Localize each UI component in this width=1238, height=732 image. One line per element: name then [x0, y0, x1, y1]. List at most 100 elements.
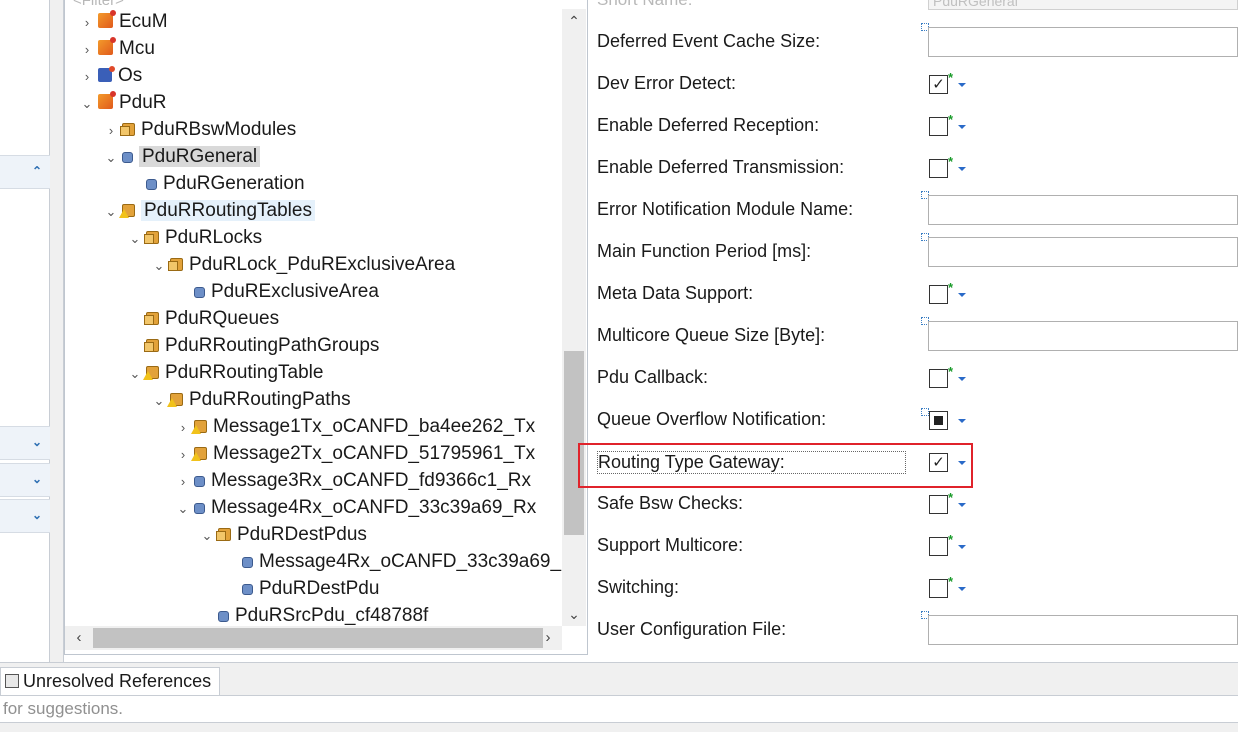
chevron-down-icon[interactable]: ⌄ — [100, 144, 122, 171]
property-label: Multicore Queue Size [Byte]: — [597, 325, 826, 345]
tree-item[interactable]: PduRDestPdu — [220, 575, 379, 602]
tree-vertical-scrollbar[interactable]: ⌃ ⌄ — [562, 9, 586, 626]
dropdown-arrow-icon[interactable] — [958, 167, 966, 171]
chevron-down-icon[interactable]: ⌄ — [196, 522, 218, 549]
tree-item-label: PduRBswModules — [141, 119, 297, 140]
dropdown-arrow-icon[interactable] — [958, 83, 966, 87]
tree-item[interactable]: › Message3Rx_oCANFD_fd9366c1_Rx — [172, 467, 531, 494]
default-value-star-icon: * — [948, 532, 954, 547]
collapse-section-button[interactable]: ⌃ — [0, 155, 50, 189]
property-label: Dev Error Detect: — [597, 73, 737, 93]
property-input[interactable] — [928, 237, 1238, 267]
dropdown-arrow-icon[interactable] — [958, 545, 966, 549]
tree-item[interactable]: › PduRBswModules — [100, 116, 296, 143]
tree-item[interactable]: › Mcu — [76, 35, 155, 62]
chevron-down-icon[interactable]: ⌄ — [76, 90, 98, 117]
dropdown-arrow-icon[interactable] — [958, 125, 966, 129]
property-input[interactable] — [928, 321, 1238, 351]
pane-sash[interactable] — [50, 0, 64, 662]
property-input[interactable] — [928, 27, 1238, 57]
chevron-right-icon[interactable]: › — [76, 9, 98, 36]
dropdown-arrow-icon[interactable] — [958, 377, 966, 381]
chevron-right-icon[interactable]: › — [172, 468, 194, 495]
dropdown-arrow-icon[interactable] — [958, 587, 966, 591]
property-input[interactable] — [928, 615, 1238, 645]
chevron-right-icon[interactable]: › — [100, 117, 122, 144]
property-checkbox[interactable] — [929, 411, 948, 430]
tree-horizontal-scrollbar[interactable]: ‹ › — [65, 626, 562, 650]
hscroll-thumb[interactable] — [93, 628, 543, 648]
left-side-panel: ⌃ ⌄ ⌄ ⌄ — [0, 0, 50, 662]
tree-item-label: PduRGeneral — [139, 146, 261, 167]
tree-item[interactable]: ⌄ PduRDestPdus — [196, 521, 367, 548]
references-icon — [5, 674, 19, 688]
tree-item-label: PduRRoutingTables — [141, 200, 315, 221]
warn-node-icon — [119, 204, 135, 218]
property-checkbox[interactable]: ✓ — [929, 453, 948, 472]
chevron-right-icon[interactable]: › — [76, 36, 98, 63]
scroll-thumb[interactable] — [564, 351, 584, 535]
dropdown-arrow-icon[interactable] — [958, 419, 966, 423]
property-checkbox[interactable] — [929, 285, 948, 304]
property-checkbox[interactable] — [929, 579, 948, 598]
tree-item[interactable]: ⌄ Message4Rx_oCANFD_33c39a69_Rx — [172, 494, 537, 522]
tree-item[interactable]: PduRRoutingPathGroups — [124, 332, 379, 359]
tree-item[interactable]: PduRQueues — [124, 305, 279, 332]
tree-item[interactable]: PduRGeneration — [124, 170, 305, 197]
tree-item[interactable]: ⌄ PduRGeneral — [100, 143, 261, 171]
expand-section-button-2[interactable]: ⌄ — [0, 463, 50, 497]
scroll-left-icon[interactable]: ‹ — [67, 626, 91, 650]
tree-item[interactable]: ⌄ PduRLocks — [124, 224, 263, 252]
chevron-down-icon[interactable]: ⌄ — [172, 495, 194, 522]
default-value-star-icon: * — [948, 280, 954, 295]
param-node-icon — [194, 287, 205, 298]
expand-section-button-3[interactable]: ⌄ — [0, 499, 50, 533]
chevron-down-icon[interactable]: ⌄ — [124, 225, 146, 252]
property-checkbox[interactable] — [929, 117, 948, 136]
properties-panel: Short Name: PduRGeneral Deferred Event C… — [589, 0, 1238, 655]
tree-item[interactable]: ⌄ PduRRoutingPaths — [148, 386, 351, 413]
tree-item-label: Message1Tx_oCANFD_ba4ee262_Tx — [213, 416, 536, 437]
tree-item[interactable]: Message4Rx_oCANFD_33c39a69_R — [220, 548, 575, 575]
property-checkbox[interactable]: ✓ — [929, 75, 948, 94]
scroll-up-icon[interactable]: ⌃ — [562, 9, 586, 33]
tree-item[interactable]: PduRExclusiveArea — [172, 278, 379, 305]
short-name-field[interactable]: PduRGeneral — [928, 0, 1238, 10]
tree-item[interactable]: ⌄ PduRRoutingTable — [124, 359, 324, 386]
tree-item-label: Mcu — [119, 38, 155, 59]
property-label: Pdu Callback: — [597, 367, 709, 387]
property-checkbox[interactable] — [929, 495, 948, 514]
dropdown-arrow-icon[interactable] — [958, 503, 966, 507]
property-label: Enable Deferred Reception: — [597, 115, 820, 135]
tab-unresolved-references[interactable]: Unresolved References — [0, 667, 220, 695]
scroll-right-icon[interactable]: › — [536, 626, 560, 650]
property-checkbox[interactable] — [929, 369, 948, 388]
tree-item[interactable]: ⌄ PduRLock_PduRExclusiveArea — [148, 251, 456, 279]
tree-item[interactable]: ⌄ PduR — [76, 89, 167, 116]
tree-item[interactable]: › Message1Tx_oCANFD_ba4ee262_Tx — [172, 413, 535, 440]
expand-section-button-1[interactable]: ⌄ — [0, 426, 50, 460]
param-node-icon — [242, 584, 253, 595]
tree-item[interactable]: › Os — [76, 62, 142, 89]
param-node-icon — [122, 152, 133, 163]
property-checkbox[interactable] — [929, 537, 948, 556]
scroll-down-icon[interactable]: ⌄ — [562, 602, 586, 626]
property-input[interactable] — [928, 195, 1238, 225]
property-label: Deferred Event Cache Size: — [597, 31, 821, 51]
chevron-right-icon[interactable]: › — [76, 63, 98, 90]
tree-item-label: Message2Tx_oCANFD_51795961_Tx — [213, 443, 536, 464]
chevron-down-icon[interactable]: ⌄ — [148, 252, 170, 279]
dropdown-arrow-icon[interactable] — [958, 461, 966, 465]
tree-item[interactable]: › Message2Tx_oCANFD_51795961_Tx — [172, 440, 535, 467]
tree-item[interactable]: PduRSrcPdu_cf48788f — [196, 602, 428, 629]
chevron-down-icon: ⌄ — [31, 472, 42, 486]
default-value-star-icon: * — [948, 490, 954, 505]
tree-item-label: PduRRoutingPathGroups — [165, 335, 380, 356]
tree-item-label: PduRLock_PduRExclusiveArea — [189, 254, 456, 275]
container-node-icon — [168, 258, 183, 271]
property-checkbox[interactable] — [929, 159, 948, 178]
hint-text: for suggestions. — [3, 699, 124, 718]
dropdown-arrow-icon[interactable] — [958, 293, 966, 297]
tree-item[interactable]: ⌄ PduRRoutingTables — [100, 197, 315, 224]
tree-item[interactable]: › EcuM — [76, 8, 168, 35]
